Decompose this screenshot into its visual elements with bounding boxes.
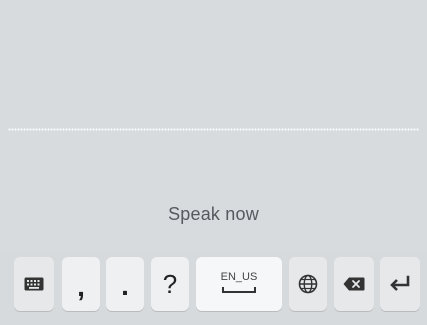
keyboard-bottom-row: , . ? EN_US: [0, 252, 427, 320]
enter-icon: [389, 275, 411, 293]
space-language-label: EN_US: [220, 271, 258, 283]
comma-key[interactable]: ,: [62, 257, 100, 311]
globe-icon: [298, 274, 318, 294]
voice-input-area: Speak now: [0, 0, 427, 250]
speak-now-prompt: Speak now: [168, 204, 259, 224]
keyboard-icon: [24, 277, 44, 291]
space-key[interactable]: EN_US: [196, 257, 282, 311]
question-mark-key[interactable]: ?: [151, 257, 189, 311]
period-key[interactable]: .: [106, 257, 144, 311]
space-bar-icon: [222, 287, 256, 293]
switch-keyboard-button[interactable]: [14, 257, 54, 311]
backspace-icon: [343, 277, 365, 291]
voice-waveform: [8, 128, 419, 131]
language-switch-button[interactable]: [289, 257, 327, 311]
backspace-button[interactable]: [334, 257, 374, 311]
enter-button[interactable]: [380, 257, 420, 311]
